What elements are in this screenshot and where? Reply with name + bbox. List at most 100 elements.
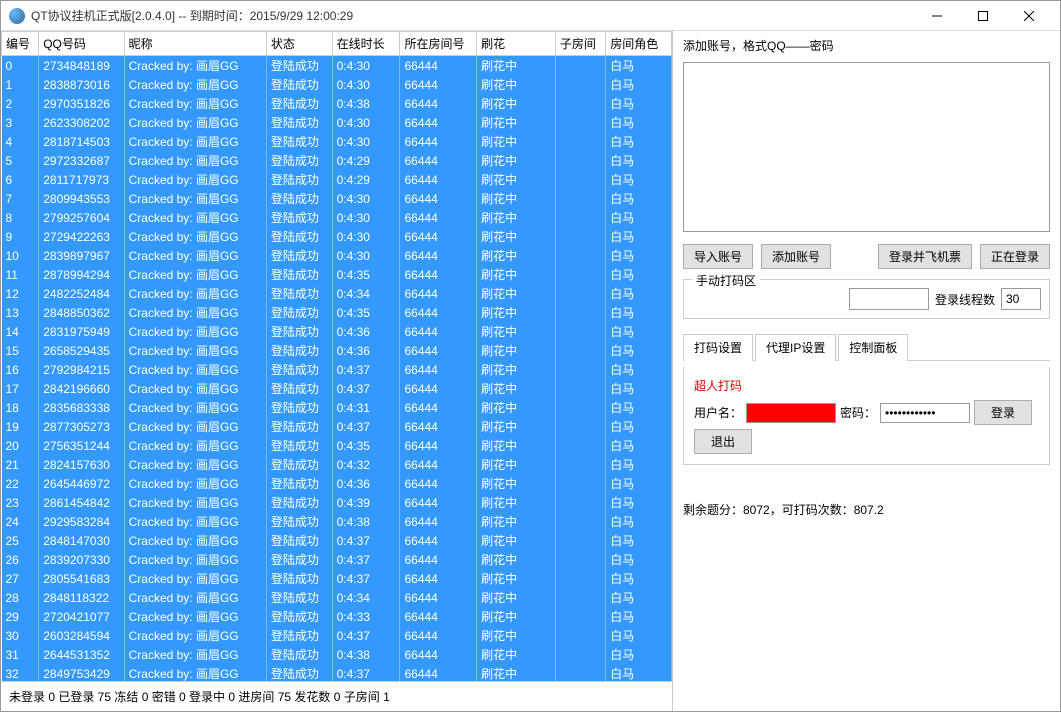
table-cell: 白马 — [606, 284, 672, 303]
tab-control-panel[interactable]: 控制面板 — [838, 334, 908, 361]
table-row[interactable]: 152658529435Cracked by: 画眉GG登陆成功0:4:3666… — [2, 341, 672, 360]
table-row[interactable]: 292720421077Cracked by: 画眉GG登陆成功0:4:3366… — [2, 607, 672, 626]
table-cell: 刷花中 — [477, 569, 556, 588]
table-row[interactable]: 262839207330Cracked by: 画眉GG登陆成功0:4:3766… — [2, 550, 672, 569]
table-row[interactable]: 312644531352Cracked by: 画眉GG登陆成功0:4:3866… — [2, 645, 672, 664]
table-row[interactable]: 182835683338Cracked by: 画眉GG登陆成功0:4:3166… — [2, 398, 672, 417]
table-cell: 1 — [2, 75, 39, 94]
table-cell: 登陆成功 — [266, 208, 332, 227]
table-row[interactable]: 142831975949Cracked by: 画眉GG登陆成功0:4:3666… — [2, 322, 672, 341]
table-cell: 登陆成功 — [266, 113, 332, 132]
column-header[interactable]: 状态 — [266, 32, 332, 56]
table-cell: 66444 — [400, 151, 477, 170]
accounts-table[interactable]: 编号QQ号码昵称状态在线时长所在房间号刷花子房间房间角色 02734848189… — [1, 31, 672, 681]
table-cell: 刷花中 — [477, 436, 556, 455]
table-row[interactable]: 252848147030Cracked by: 画眉GG登陆成功0:4:3766… — [2, 531, 672, 550]
accounts-table-wrap[interactable]: 编号QQ号码昵称状态在线时长所在房间号刷花子房间房间角色 02734848189… — [1, 31, 672, 681]
tab-code-settings[interactable]: 打码设置 — [683, 334, 753, 361]
add-accounts-button[interactable]: 添加账号 — [761, 244, 831, 269]
table-row[interactable]: 42818714503Cracked by: 画眉GG登陆成功0:4:30664… — [2, 132, 672, 151]
column-header[interactable]: QQ号码 — [39, 32, 124, 56]
table-row[interactable]: 172842196660Cracked by: 画眉GG登陆成功0:4:3766… — [2, 379, 672, 398]
username-input[interactable] — [746, 403, 836, 423]
password-input[interactable] — [880, 403, 970, 423]
tab-proxy-settings[interactable]: 代理IP设置 — [755, 334, 836, 361]
column-header[interactable]: 房间角色 — [606, 32, 672, 56]
captcha-input[interactable] — [849, 288, 929, 310]
table-cell: 0:4:36 — [332, 322, 400, 341]
table-row[interactable]: 322849753429Cracked by: 画眉GG登陆成功0:4:3766… — [2, 664, 672, 681]
maximize-button[interactable] — [960, 1, 1006, 31]
table-row[interactable]: 02734848189Cracked by: 画眉GG登陆成功0:4:30664… — [2, 56, 672, 76]
table-row[interactable]: 272805541683Cracked by: 画眉GG登陆成功0:4:3766… — [2, 569, 672, 588]
close-button[interactable] — [1006, 1, 1052, 31]
table-row[interactable]: 162792984215Cracked by: 画眉GG登陆成功0:4:3766… — [2, 360, 672, 379]
login-fly-button[interactable]: 登录并飞机票 — [878, 244, 972, 269]
table-cell: 30 — [2, 626, 39, 645]
table-row[interactable]: 282848118322Cracked by: 画眉GG登陆成功0:4:3466… — [2, 588, 672, 607]
column-header[interactable]: 子房间 — [555, 32, 605, 56]
table-cell: 66444 — [400, 455, 477, 474]
table-cell — [555, 94, 605, 113]
table-cell: 刷花中 — [477, 417, 556, 436]
table-row[interactable]: 92729422263Cracked by: 画眉GG登陆成功0:4:30664… — [2, 227, 672, 246]
logging-in-button[interactable]: 正在登录 — [980, 244, 1050, 269]
table-cell — [555, 151, 605, 170]
table-row[interactable]: 12838873016Cracked by: 画眉GG登陆成功0:4:30664… — [2, 75, 672, 94]
table-row[interactable]: 32623308202Cracked by: 画眉GG登陆成功0:4:30664… — [2, 113, 672, 132]
table-cell: 2 — [2, 94, 39, 113]
table-row[interactable]: 242929583284Cracked by: 画眉GG登陆成功0:4:3866… — [2, 512, 672, 531]
table-row[interactable]: 212824157630Cracked by: 画眉GG登陆成功0:4:3266… — [2, 455, 672, 474]
table-cell: 15 — [2, 341, 39, 360]
column-header[interactable]: 昵称 — [124, 32, 266, 56]
coder-login-button[interactable]: 登录 — [974, 400, 1032, 425]
coder-logout-button[interactable]: 退出 — [694, 429, 752, 454]
table-cell — [555, 284, 605, 303]
table-row[interactable]: 22970351826Cracked by: 画眉GG登陆成功0:4:38664… — [2, 94, 672, 113]
table-row[interactable]: 192877305273Cracked by: 画眉GG登陆成功0:4:3766… — [2, 417, 672, 436]
table-cell: 登陆成功 — [266, 550, 332, 569]
minimize-button[interactable] — [914, 1, 960, 31]
accounts-textarea[interactable] — [683, 62, 1050, 232]
table-row[interactable]: 82799257604Cracked by: 画眉GG登陆成功0:4:30664… — [2, 208, 672, 227]
table-cell: 0:4:37 — [332, 569, 400, 588]
table-cell: 12 — [2, 284, 39, 303]
table-cell: 2720421077 — [39, 607, 124, 626]
table-cell: 0:4:29 — [332, 151, 400, 170]
table-row[interactable]: 102839897967Cracked by: 画眉GG登陆成功0:4:3066… — [2, 246, 672, 265]
table-cell: 31 — [2, 645, 39, 664]
table-cell: 0:4:35 — [332, 265, 400, 284]
table-row[interactable]: 222645446972Cracked by: 画眉GG登陆成功0:4:3666… — [2, 474, 672, 493]
column-header[interactable]: 编号 — [2, 32, 39, 56]
threads-input[interactable] — [1001, 288, 1041, 310]
table-cell: 登陆成功 — [266, 341, 332, 360]
table-row[interactable]: 52972332687Cracked by: 画眉GG登陆成功0:4:29664… — [2, 151, 672, 170]
column-header[interactable]: 在线时长 — [332, 32, 400, 56]
table-row[interactable]: 302603284594Cracked by: 画眉GG登陆成功0:4:3766… — [2, 626, 672, 645]
column-header[interactable]: 所在房间号 — [400, 32, 477, 56]
table-row[interactable]: 112878994294Cracked by: 画眉GG登陆成功0:4:3566… — [2, 265, 672, 284]
table-cell: 登陆成功 — [266, 493, 332, 512]
table-cell — [555, 75, 605, 94]
table-row[interactable]: 62811717973Cracked by: 画眉GG登陆成功0:4:29664… — [2, 170, 672, 189]
table-cell: 2658529435 — [39, 341, 124, 360]
coder-header: 超人打码 — [694, 377, 1039, 394]
table-cell: 白马 — [606, 303, 672, 322]
table-cell: Cracked by: 画眉GG — [124, 56, 266, 76]
table-row[interactable]: 122482252484Cracked by: 画眉GG登陆成功0:4:3466… — [2, 284, 672, 303]
table-cell: 登陆成功 — [266, 360, 332, 379]
table-cell: 2848147030 — [39, 531, 124, 550]
table-row[interactable]: 232861454842Cracked by: 画眉GG登陆成功0:4:3966… — [2, 493, 672, 512]
table-cell: 7 — [2, 189, 39, 208]
table-row[interactable]: 72809943553Cracked by: 画眉GG登陆成功0:4:30664… — [2, 189, 672, 208]
table-cell: 刷花中 — [477, 664, 556, 681]
table-cell: 29 — [2, 607, 39, 626]
table-cell: 2835683338 — [39, 398, 124, 417]
table-row[interactable]: 132848850362Cracked by: 画眉GG登陆成功0:4:3566… — [2, 303, 672, 322]
table-cell: 登陆成功 — [266, 303, 332, 322]
table-row[interactable]: 202756351244Cracked by: 画眉GG登陆成功0:4:3566… — [2, 436, 672, 455]
column-header[interactable]: 刷花 — [477, 32, 556, 56]
import-accounts-button[interactable]: 导入账号 — [683, 244, 753, 269]
table-cell: 刷花中 — [477, 588, 556, 607]
table-cell: 白马 — [606, 664, 672, 681]
